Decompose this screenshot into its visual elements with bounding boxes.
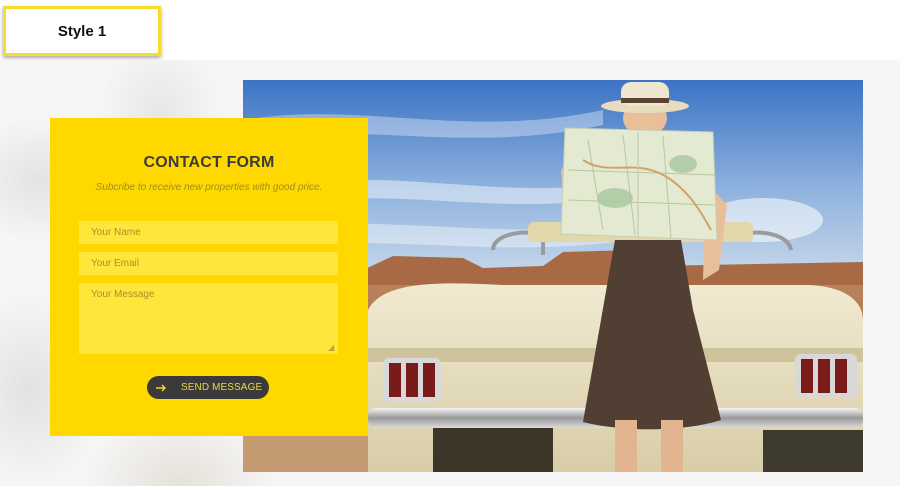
send-message-label: SEND MESSAGE — [181, 382, 263, 393]
contact-form-card: CONTACT FORM Subcribe to receive new pro… — [50, 118, 368, 436]
style-label-text: Style 1 — [57, 22, 107, 40]
email-input[interactable] — [79, 252, 338, 275]
contact-form-subtitle: Subcribe to receive new properties with … — [95, 182, 323, 193]
contact-form-title: CONTACT FORM — [143, 154, 275, 171]
message-textarea[interactable] — [79, 283, 338, 354]
name-input[interactable] — [79, 221, 338, 244]
arrow-right-icon — [155, 381, 169, 395]
resize-grip-icon[interactable]: ◢ — [328, 344, 336, 352]
send-message-button[interactable]: SEND MESSAGE — [147, 376, 269, 399]
style-label: Style 1 — [3, 6, 161, 56]
